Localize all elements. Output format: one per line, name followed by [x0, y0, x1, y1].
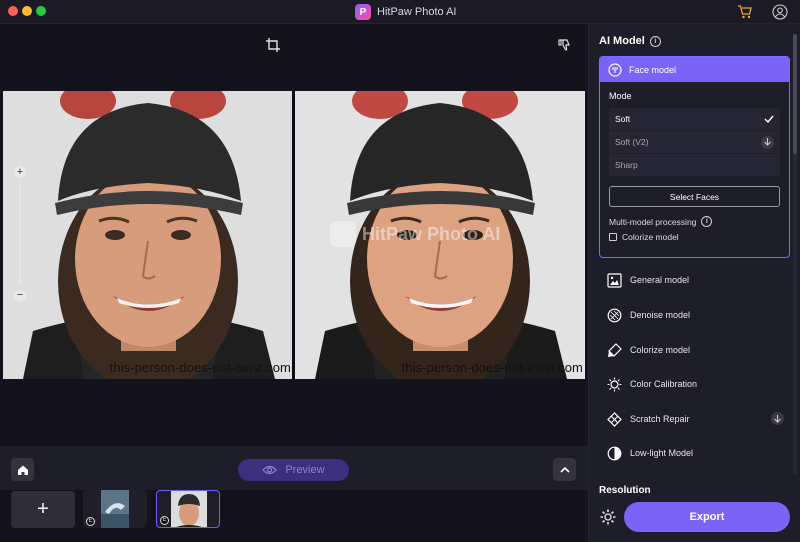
- app-logo-icon: P: [355, 4, 371, 20]
- model-item-general[interactable]: General model: [599, 267, 790, 293]
- app-window: P HitPaw Photo AI this-person-does-not-e…: [0, 0, 800, 542]
- colorize-icon: [608, 342, 622, 357]
- portrait-original-graphic: [3, 91, 293, 379]
- bottom-toolbar: Preview + E E: [0, 446, 588, 542]
- panel-title: AI Model i: [599, 35, 661, 47]
- info-icon[interactable]: i: [649, 35, 661, 47]
- model-item-label: Denoise model: [630, 310, 691, 320]
- enhanced-image[interactable]: HitPaw Photo AI this-person-does-not-exi…: [295, 91, 585, 379]
- expand-thumbnails-button[interactable]: [553, 458, 576, 481]
- multi-model-processing: Multi-model processing i: [609, 216, 780, 227]
- title-bar: P HitPaw Photo AI: [0, 0, 800, 24]
- panel-scrollbar-thumb[interactable]: [793, 34, 797, 154]
- maximize-window-button[interactable]: [36, 6, 46, 16]
- thumbnail-strip: + E E: [0, 490, 588, 542]
- cart-icon[interactable]: [737, 4, 753, 20]
- mode-option-label: Sharp: [615, 160, 638, 170]
- face-model-icon: [608, 62, 622, 77]
- colorize-model-option-label: Colorize model: [622, 232, 679, 242]
- low-light-icon: [607, 446, 622, 460]
- mode-option-soft[interactable]: Soft: [609, 108, 780, 130]
- thumbnail-status-icon: E: [160, 516, 169, 525]
- app-watermark: HitPaw Photo AI: [330, 221, 500, 247]
- user-account-icon[interactable]: [772, 4, 788, 20]
- model-item-label: General model: [630, 275, 690, 285]
- minimize-window-button[interactable]: [22, 6, 32, 16]
- export-button[interactable]: Export: [624, 502, 790, 532]
- select-faces-button[interactable]: Select Faces: [609, 186, 780, 207]
- download-icon[interactable]: [771, 412, 784, 425]
- multi-model-label: Multi-model processing: [609, 216, 697, 227]
- zoom-out-button[interactable]: −: [14, 290, 26, 302]
- scratch-repair-icon: [607, 411, 622, 427]
- info-icon[interactable]: i: [701, 216, 713, 227]
- ai-model-panel: AI Model i Face model Mode Soft Soft (V2…: [588, 24, 800, 542]
- mode-option-sharp[interactable]: Sharp: [609, 154, 780, 176]
- arrow-down-icon: [774, 414, 781, 423]
- settings-gear-icon[interactable]: [599, 508, 617, 526]
- chevron-up-icon: [559, 466, 570, 473]
- home-icon: [17, 465, 28, 475]
- app-title: P HitPaw Photo AI: [355, 3, 457, 21]
- source-watermark: this-person-does-not-exist.com: [401, 360, 583, 375]
- panel-title-text: AI Model: [599, 35, 645, 47]
- original-image[interactable]: this-person-does-not-exist.com: [3, 91, 293, 379]
- checkmark-icon: [764, 115, 774, 123]
- thumbnail-status-icon: E: [86, 517, 95, 526]
- model-item-low-light[interactable]: Low-light Model: [599, 440, 790, 466]
- model-item-label: Low-light Model: [630, 448, 694, 458]
- thumbnail-item[interactable]: E: [83, 490, 147, 528]
- face-model-card[interactable]: Face model Mode Soft Soft (V2) Sharp Sel…: [599, 56, 790, 258]
- general-model-icon: [607, 272, 622, 288]
- home-button[interactable]: [11, 458, 34, 481]
- arrow-down-icon: [764, 138, 771, 146]
- resolution-heading: Resolution: [599, 485, 651, 496]
- zoom-slider[interactable]: [19, 184, 21, 284]
- mode-option-soft-v2[interactable]: Soft (V2): [609, 131, 780, 153]
- preview-label: Preview: [285, 464, 325, 476]
- add-image-button[interactable]: +: [11, 491, 75, 528]
- face-model-label: Face model: [629, 64, 677, 75]
- model-item-denoise[interactable]: Denoise model: [599, 302, 790, 328]
- canvas-area: this-person-does-not-exist.com HitPaw Ph…: [0, 24, 588, 446]
- eye-icon: [262, 465, 278, 475]
- model-item-label: Colorize model: [630, 345, 691, 355]
- app-title-text: HitPaw Photo AI: [377, 6, 457, 18]
- source-watermark: this-person-does-not-exist.com: [109, 360, 291, 375]
- face-model-header[interactable]: Face model: [600, 57, 789, 82]
- app-watermark-logo-icon: [330, 221, 356, 247]
- app-watermark-text: HitPaw Photo AI: [362, 223, 501, 244]
- close-window-button[interactable]: [8, 6, 18, 16]
- model-item-colorize[interactable]: Colorize model: [599, 337, 790, 363]
- colorize-model-checkbox[interactable]: [609, 233, 617, 241]
- model-item-scratch-repair[interactable]: Scratch Repair: [599, 406, 790, 432]
- zoom-in-button[interactable]: +: [14, 166, 26, 178]
- preview-button[interactable]: Preview: [238, 459, 349, 481]
- mode-option-label: Soft (V2): [615, 137, 649, 147]
- thumbs-down-icon[interactable]: [558, 38, 572, 52]
- model-item-label: Color Calibration: [630, 379, 698, 389]
- thumbnail-item-selected[interactable]: E: [156, 490, 220, 528]
- color-calibration-icon: [607, 377, 622, 391]
- model-item-label: Scratch Repair: [630, 414, 690, 424]
- denoise-icon: [607, 308, 622, 322]
- colorize-model-option[interactable]: Colorize model: [609, 232, 780, 242]
- mode-option-label: Soft: [615, 114, 631, 124]
- panel-scrollbar[interactable]: [793, 34, 797, 474]
- download-icon[interactable]: [761, 135, 774, 149]
- crop-icon[interactable]: [266, 38, 280, 52]
- model-item-color-calibration[interactable]: Color Calibration: [599, 371, 790, 397]
- mode-label: Mode: [609, 91, 632, 101]
